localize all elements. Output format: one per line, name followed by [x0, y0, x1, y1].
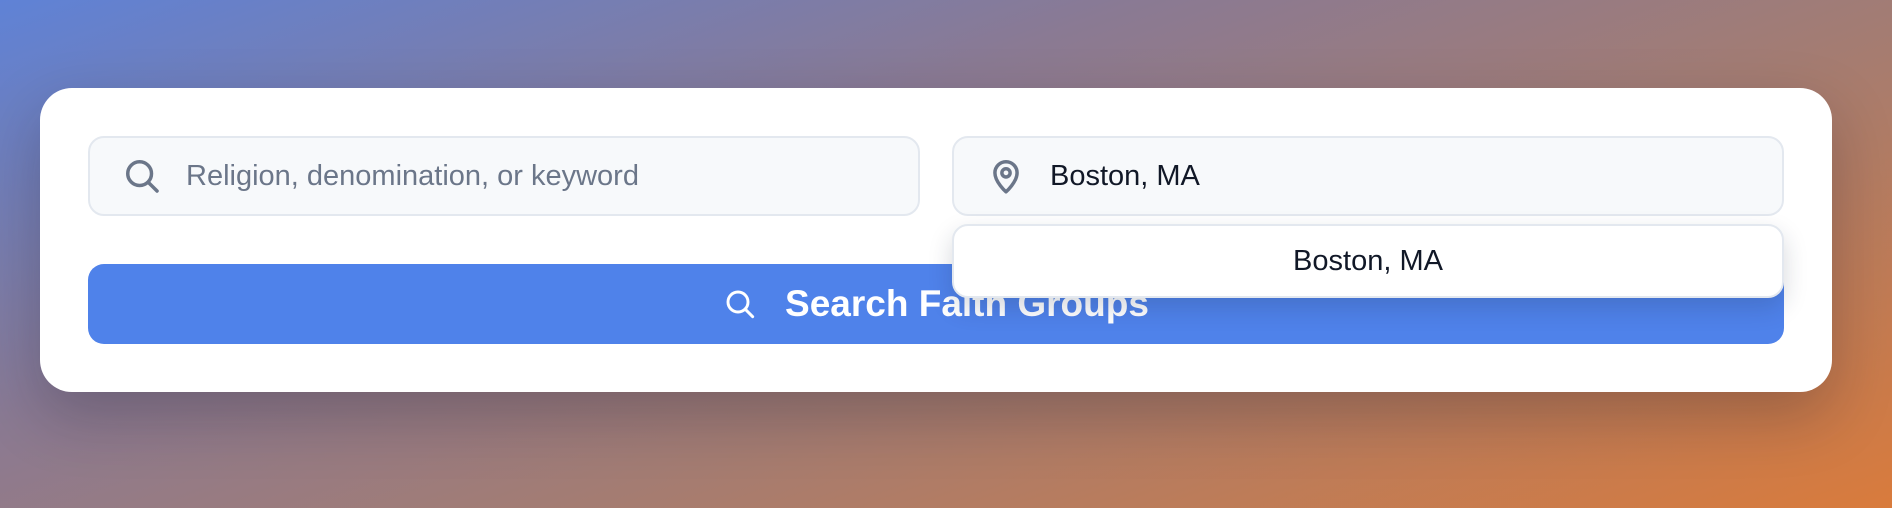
search-icon [723, 287, 757, 321]
keyword-field[interactable] [88, 136, 920, 216]
location-suggestions-dropdown: Boston, MA [952, 224, 1784, 298]
search-icon [122, 156, 162, 196]
search-card: Search Faith Groups Boston, MA [40, 88, 1832, 392]
keyword-input[interactable] [186, 159, 886, 193]
location-suggestion-item[interactable]: Boston, MA [954, 226, 1782, 296]
location-input[interactable] [1050, 159, 1750, 193]
location-field[interactable] [952, 136, 1784, 216]
map-pin-icon [986, 156, 1026, 196]
